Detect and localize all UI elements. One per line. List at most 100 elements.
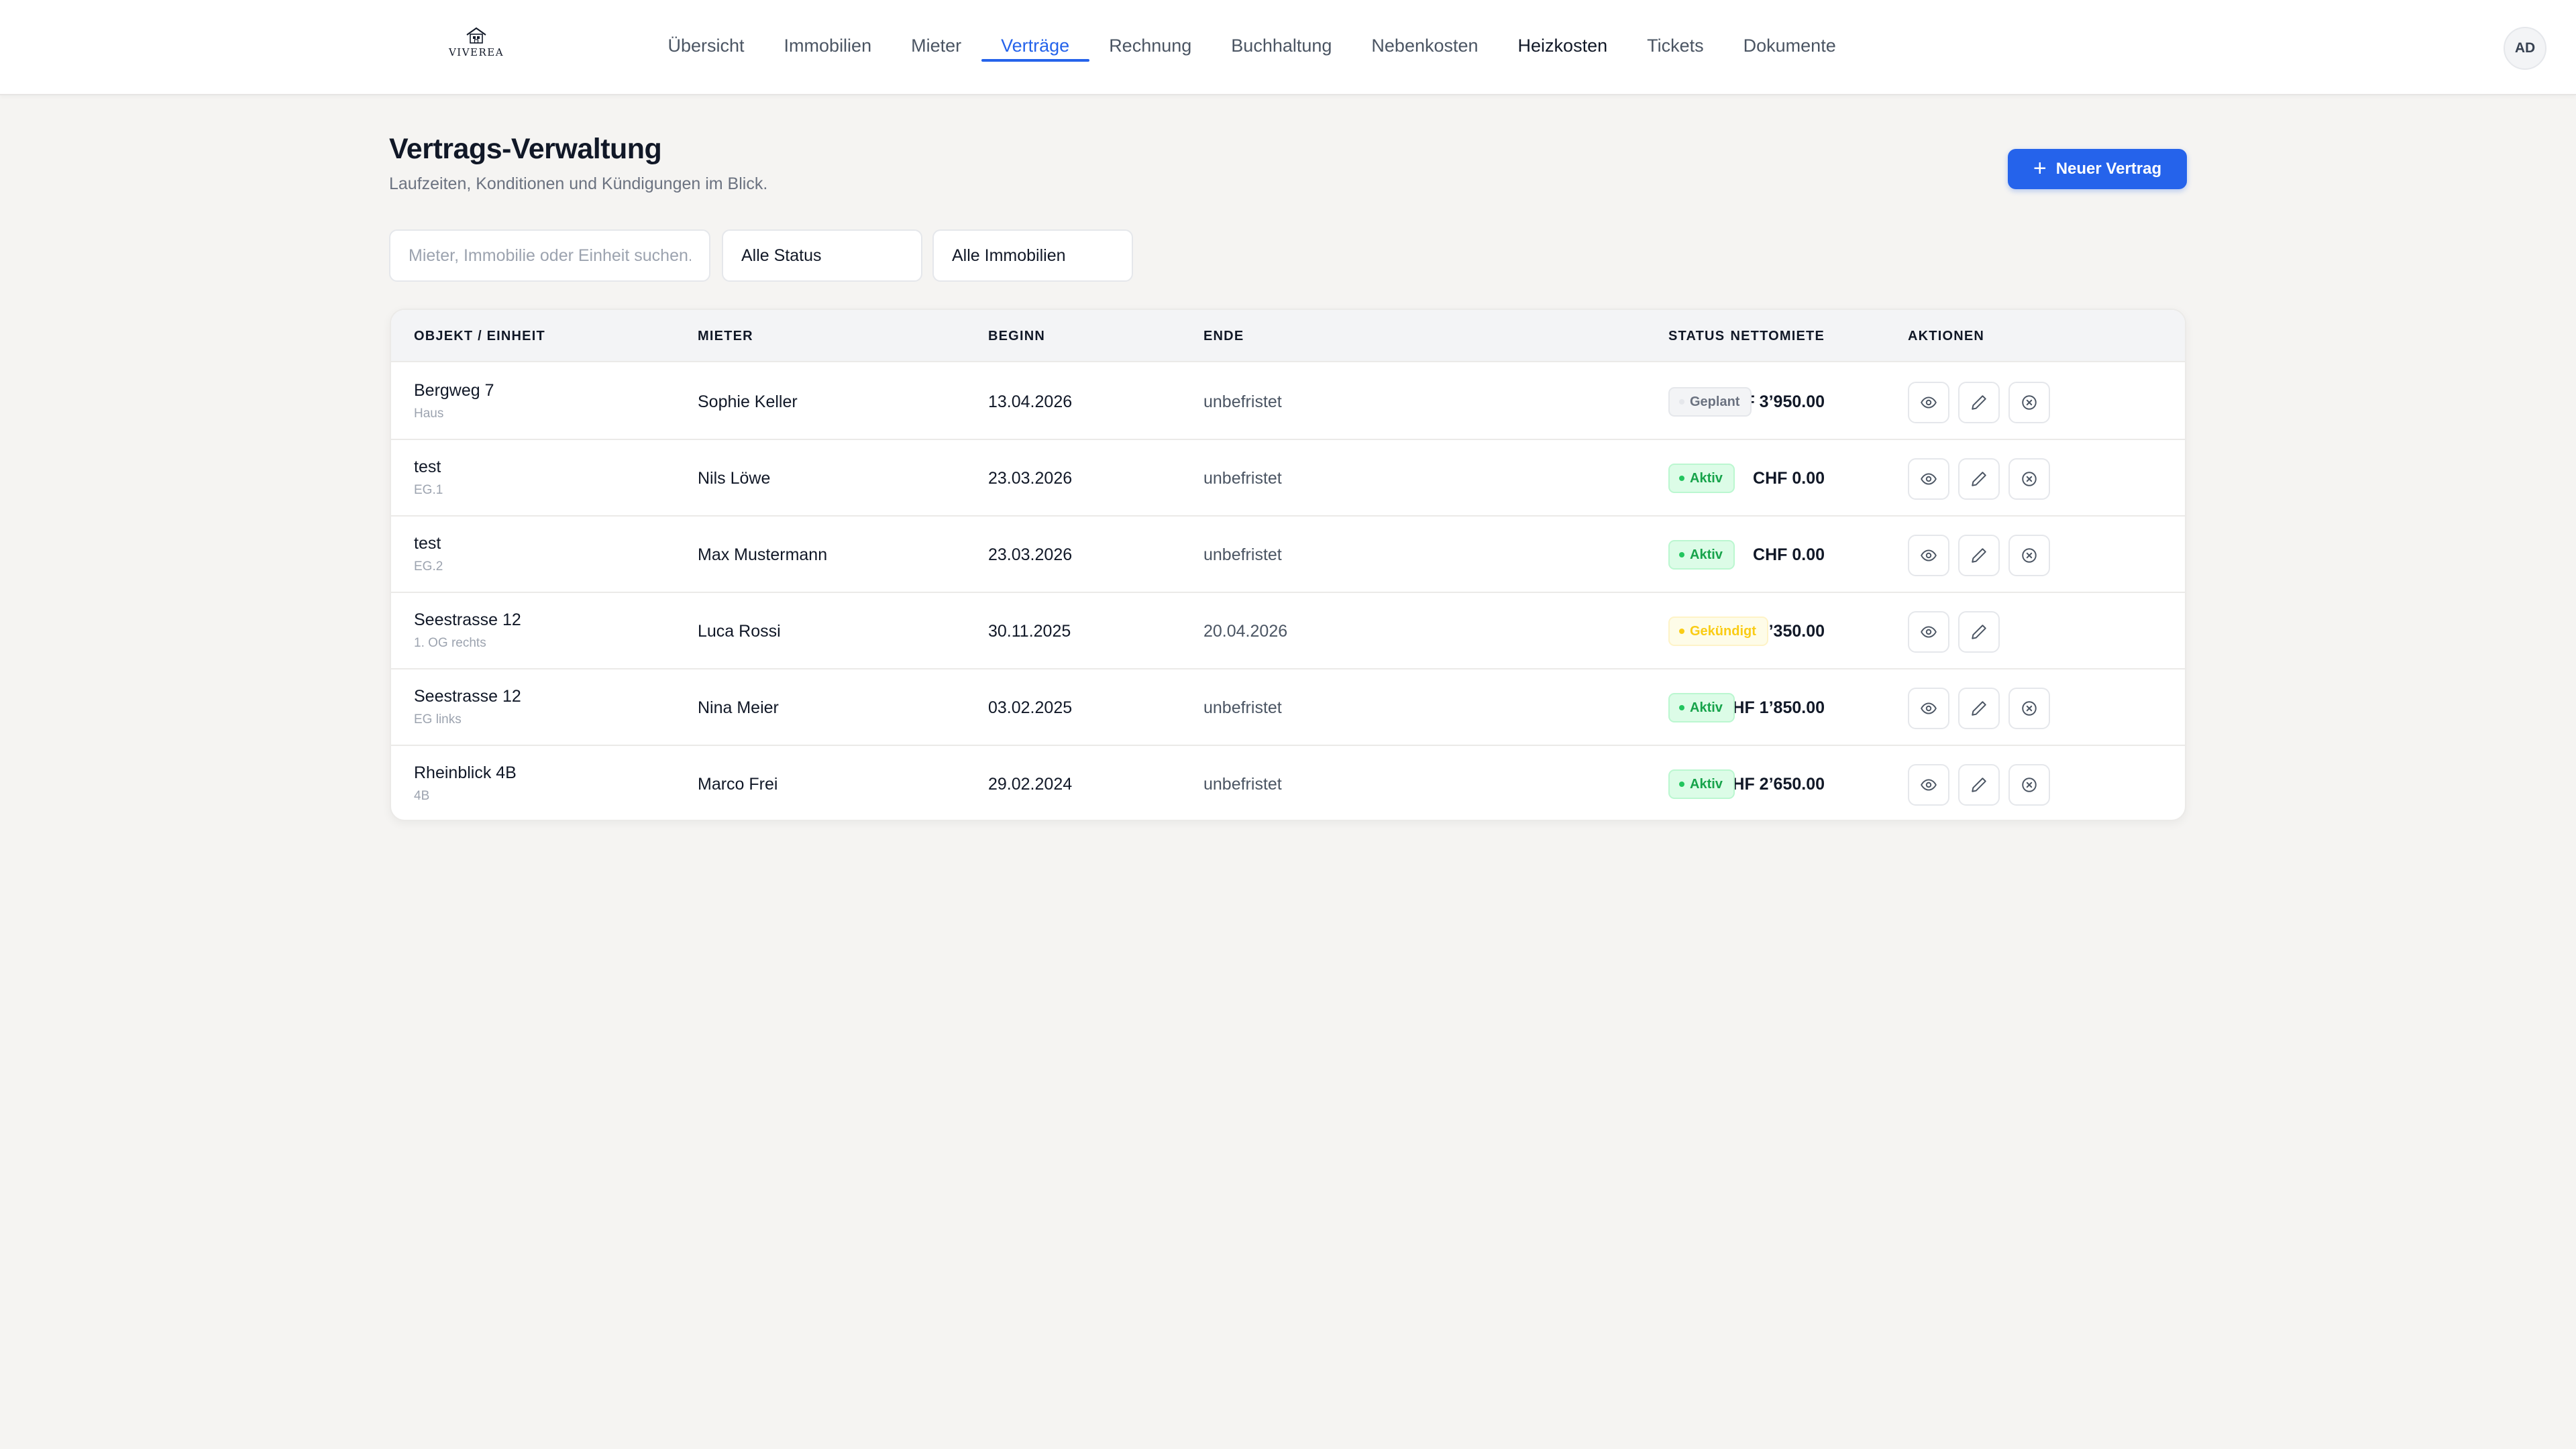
brand-name: VIVEREA: [448, 46, 504, 58]
start-date: 30.11.2025: [988, 622, 1071, 641]
view-button[interactable]: [1908, 764, 1949, 806]
table-row[interactable]: test EG.1 Nils Löwe 23.03.2026 unbefristet CH…: [391, 440, 2185, 517]
edit-button[interactable]: [1958, 458, 2000, 500]
status-badge: Gekündigt: [1668, 616, 1768, 646]
status-label: Aktiv: [1690, 547, 1723, 562]
end-date: 20.04.2026: [1203, 622, 1288, 641]
start-date: 13.04.2026: [988, 392, 1073, 411]
edit-button[interactable]: [1958, 611, 2000, 653]
start-date: 23.03.2026: [988, 469, 1073, 488]
pencil-icon: [1970, 394, 1988, 411]
start-date: 29.02.2024: [988, 775, 1073, 794]
status-dot-icon: [1679, 782, 1684, 787]
column-header-status: STATUS: [1668, 329, 1725, 343]
edit-button[interactable]: [1958, 382, 2000, 423]
object-unit: 1. OG rechts: [414, 636, 486, 650]
pencil-icon: [1970, 776, 1988, 794]
end-date: unbefristet: [1203, 545, 1282, 564]
view-button[interactable]: [1908, 382, 1949, 423]
edit-button[interactable]: [1958, 535, 2000, 576]
tenant-name: Nina Meier: [698, 698, 779, 717]
eye-icon: [1920, 700, 1937, 717]
object-name: test: [414, 458, 441, 476]
object-unit: EG.1: [414, 483, 443, 497]
object-unit: EG links: [414, 712, 462, 727]
tenant-name: Nils Löwe: [698, 469, 771, 488]
eye-icon: [1920, 547, 1937, 564]
status-filter-select[interactable]: Alle Status: [722, 229, 922, 282]
status-label: Gekündigt: [1690, 623, 1756, 639]
table-row[interactable]: Rheinblick 4B 4B Marco Frei 29.02.2024 unbef…: [391, 746, 2185, 820]
end-date: unbefristet: [1203, 775, 1282, 794]
edit-button[interactable]: [1958, 764, 2000, 806]
end-date: unbefristet: [1203, 698, 1282, 717]
property-filter-select[interactable]: Alle Immobilien: [932, 229, 1133, 282]
status-filter-value: Alle Status: [741, 246, 822, 265]
nav-item-mieter[interactable]: Mieter: [892, 0, 981, 95]
view-button[interactable]: [1908, 535, 1949, 576]
table-row[interactable]: Seestrasse 12 EG links Nina Meier 03.02.202…: [391, 669, 2185, 746]
object-name: Rheinblick 4B: [414, 763, 517, 782]
column-header-end: ENDE: [1203, 329, 1244, 343]
nav-item-immobilien[interactable]: Immobilien: [764, 0, 892, 95]
brand-logo[interactable]: VIVEREA: [448, 27, 504, 62]
status-label: Aktiv: [1690, 776, 1723, 792]
column-header-start: BEGINN: [988, 329, 1045, 343]
object-name: Seestrasse 12: [414, 610, 521, 629]
column-header-actions: AKTIONEN: [1908, 329, 1985, 343]
user-avatar[interactable]: AD: [2504, 27, 2546, 70]
page-title: Vertrags-Verwaltung: [389, 133, 662, 165]
status-badge: Aktiv: [1668, 693, 1735, 722]
view-button[interactable]: [1908, 688, 1949, 729]
eye-icon: [1920, 470, 1937, 488]
house-logo-icon: [466, 27, 486, 44]
nav-item-nebenkosten[interactable]: Nebenkosten: [1352, 0, 1498, 95]
table-header: OBJEKT / EINHEIT MIETER BEGINN ENDE NETT…: [391, 310, 2185, 362]
main-nav: Übersicht Immobilien Mieter Verträge Rec…: [648, 0, 1856, 95]
pencil-icon: [1970, 623, 1988, 641]
nav-item-heizkosten[interactable]: Heizkosten: [1498, 0, 1627, 95]
nav-item-buchhaltung[interactable]: Buchhaltung: [1212, 0, 1352, 95]
cancel-icon: [2021, 776, 2038, 794]
contracts-table: OBJEKT / EINHEIT MIETER BEGINN ENDE NETT…: [390, 309, 2186, 821]
eye-icon: [1920, 623, 1937, 641]
table-row[interactable]: Bergweg 7 Haus Sophie Keller 13.04.2026 unbe…: [391, 364, 2185, 440]
cancel-contract-button[interactable]: [2008, 535, 2050, 576]
edit-button[interactable]: [1958, 688, 2000, 729]
view-button[interactable]: [1908, 611, 1949, 653]
status-badge: Geplant: [1668, 387, 1752, 417]
status-dot-icon: [1679, 476, 1684, 481]
table-row[interactable]: test EG.2 Max Mustermann 23.03.2026 unbefris…: [391, 517, 2185, 593]
cancel-icon: [2021, 470, 2038, 488]
cancel-contract-button[interactable]: [2008, 764, 2050, 806]
cancel-icon: [2021, 547, 2038, 564]
page-subtitle: Laufzeiten, Konditionen und Kündigungen …: [389, 174, 768, 193]
start-date: 03.02.2025: [988, 698, 1073, 717]
cancel-contract-button[interactable]: [2008, 458, 2050, 500]
nav-item-rechnung[interactable]: Rechnung: [1089, 0, 1212, 95]
nav-item-vertraege[interactable]: Verträge: [981, 0, 1089, 95]
cancel-contract-button[interactable]: [2008, 688, 2050, 729]
status-label: Aktiv: [1690, 700, 1723, 715]
nav-item-tickets[interactable]: Tickets: [1627, 0, 1724, 95]
status-badge: Aktiv: [1668, 769, 1735, 799]
object-unit: EG.2: [414, 559, 443, 574]
cancel-icon: [2021, 700, 2038, 717]
end-date: unbefristet: [1203, 469, 1282, 488]
nav-item-dokumente[interactable]: Dokumente: [1723, 0, 1856, 95]
end-date: unbefristet: [1203, 392, 1282, 411]
cancel-contract-button[interactable]: [2008, 382, 2050, 423]
view-button[interactable]: [1908, 458, 1949, 500]
status-badge: Aktiv: [1668, 464, 1735, 493]
column-header-tenant: MIETER: [698, 329, 753, 343]
search-input[interactable]: [389, 229, 710, 282]
object-name: test: [414, 534, 441, 553]
status-label: Aktiv: [1690, 470, 1723, 486]
new-contract-button[interactable]: + Neuer Vertrag: [2008, 149, 2187, 189]
pencil-icon: [1970, 547, 1988, 564]
status-dot-icon: [1679, 629, 1684, 634]
new-contract-button-label: Neuer Vertrag: [2055, 160, 2162, 178]
table-row[interactable]: Seestrasse 12 1. OG rechts Luca Rossi 30.11…: [391, 593, 2185, 669]
nav-item-uebersicht[interactable]: Übersicht: [648, 0, 764, 95]
object-name: Seestrasse 12: [414, 687, 521, 706]
